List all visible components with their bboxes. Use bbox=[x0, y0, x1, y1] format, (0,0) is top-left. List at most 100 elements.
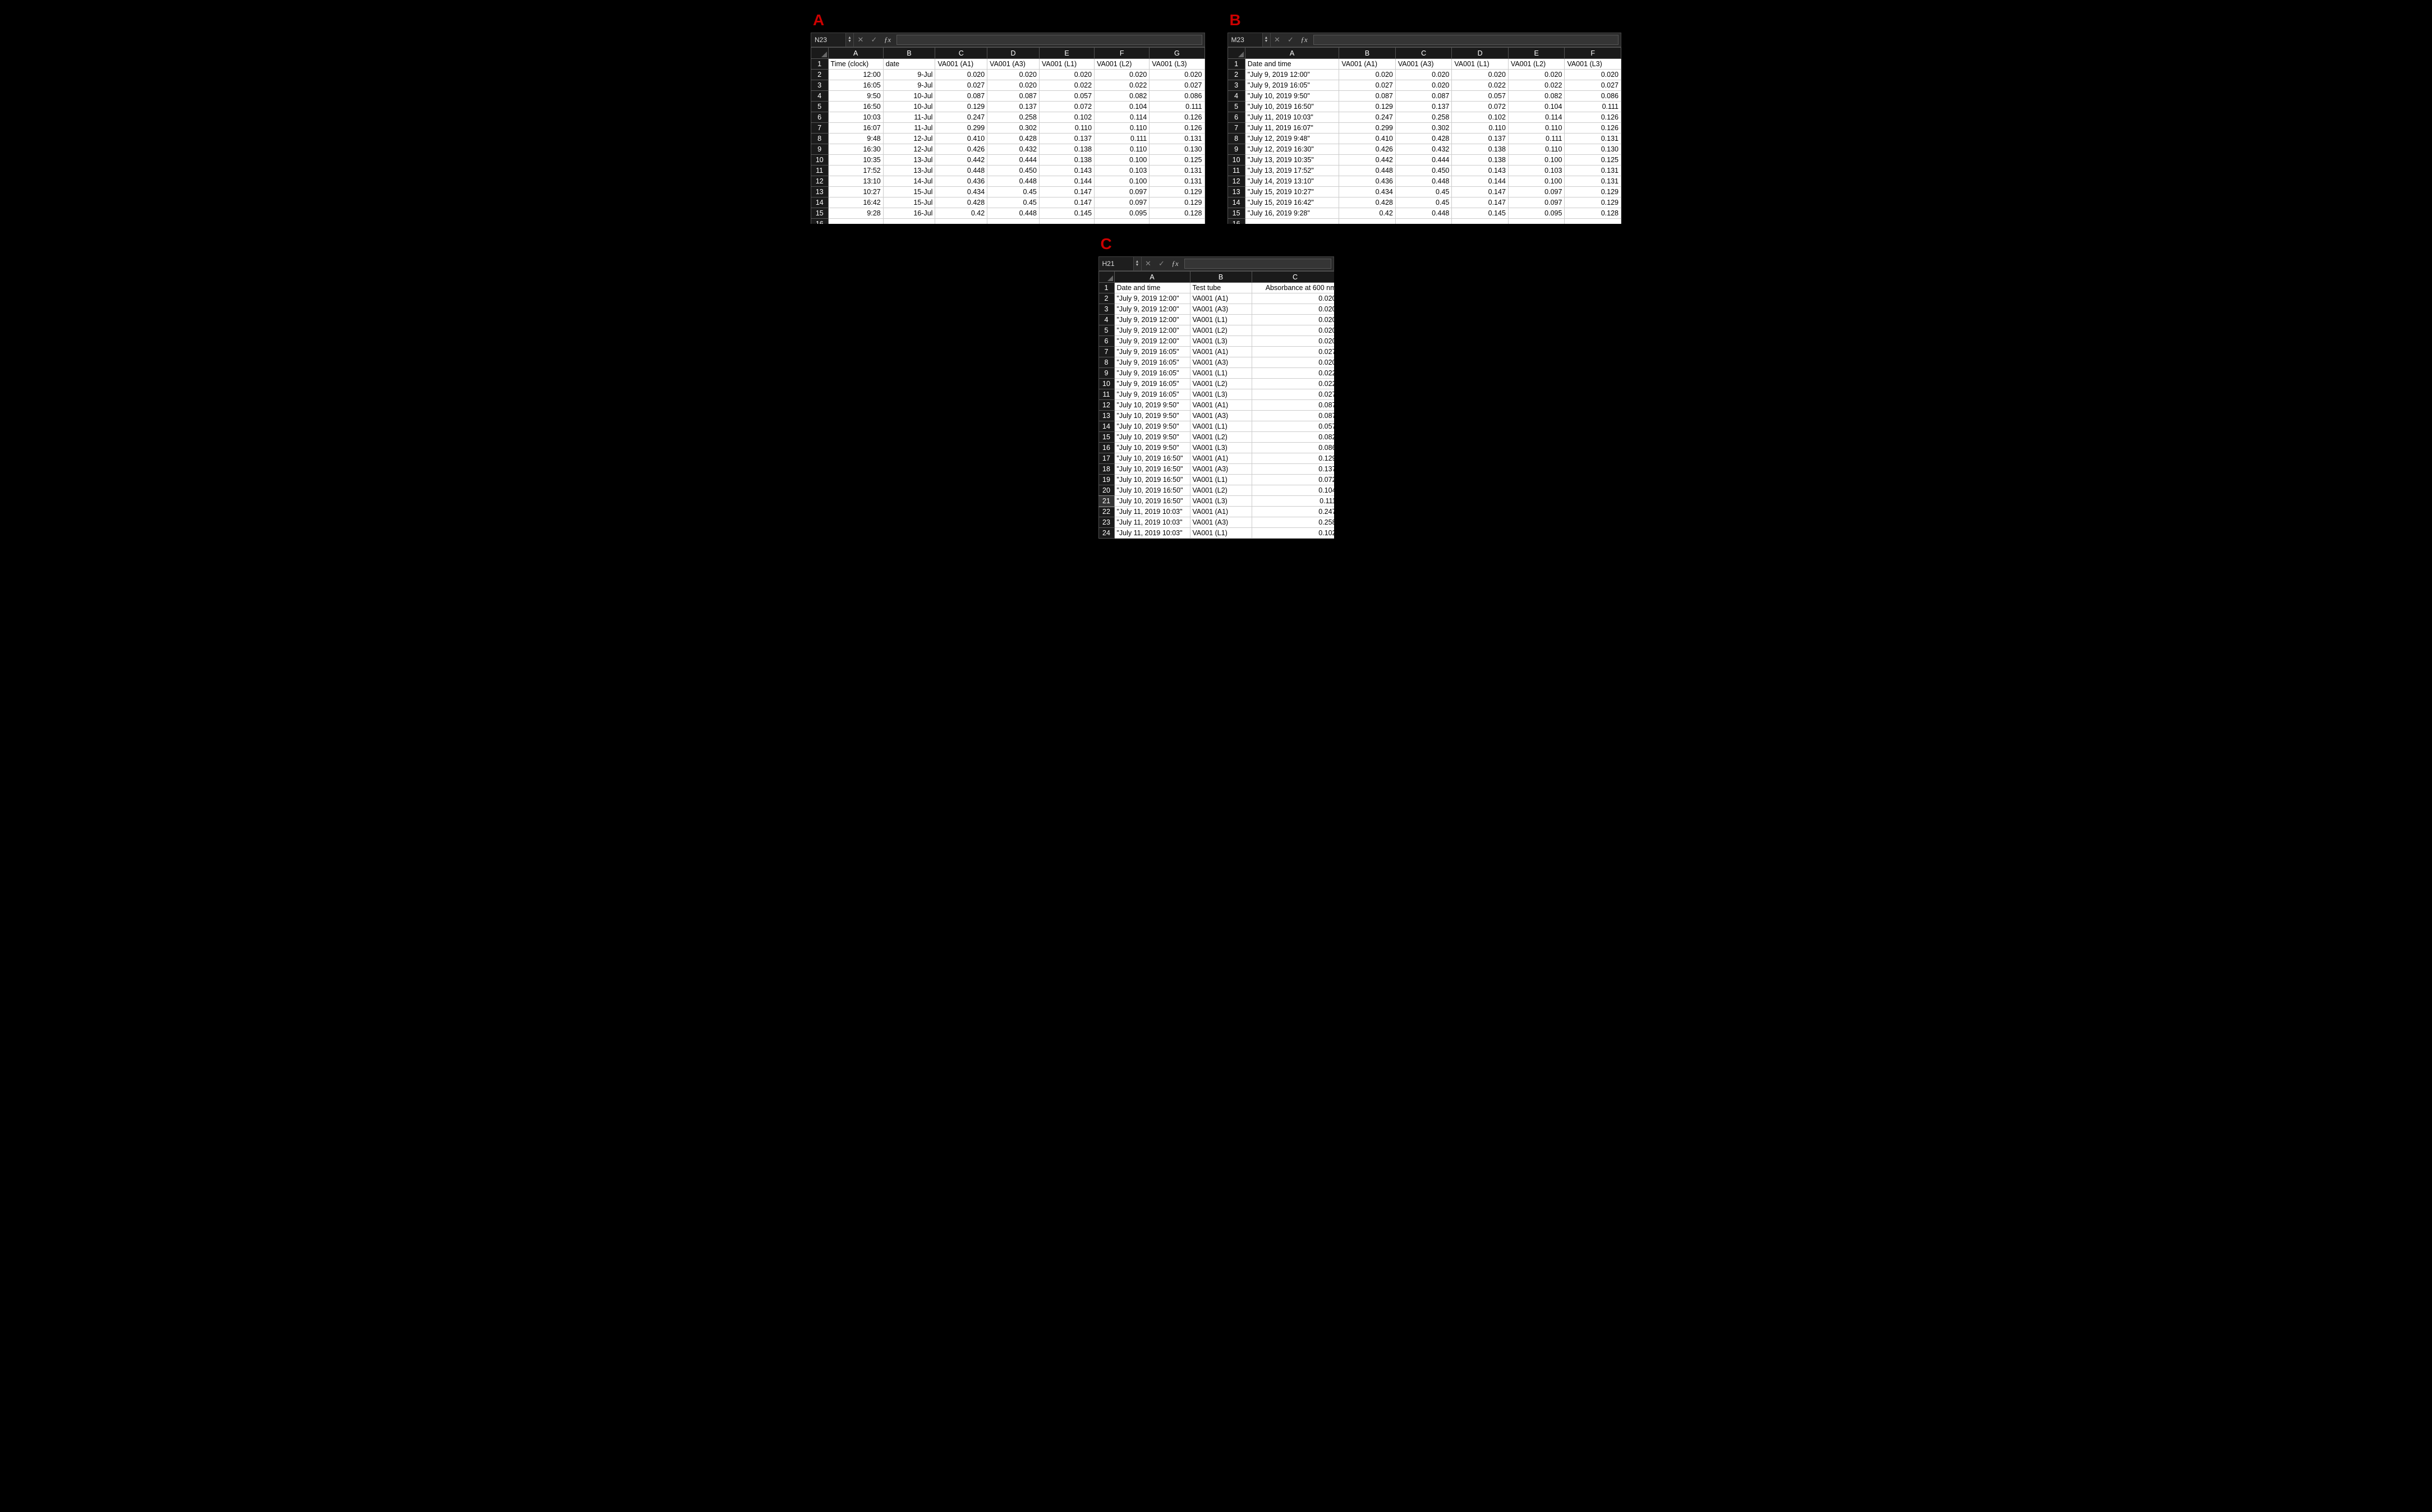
cell[interactable]: 16:05 bbox=[828, 80, 883, 91]
cell[interactable]: "July 10, 2019 9:50" bbox=[1245, 91, 1339, 102]
cell[interactable]: Absorbance at 600 nm bbox=[1252, 283, 1334, 293]
cell[interactable]: 0.130 bbox=[1150, 144, 1204, 155]
cell[interactable]: 0.111 bbox=[1095, 134, 1150, 144]
cell[interactable]: 0.247 bbox=[1252, 507, 1334, 517]
cell[interactable]: 0.410 bbox=[935, 134, 987, 144]
column-header[interactable]: C bbox=[1252, 272, 1334, 283]
cell[interactable]: 16:42 bbox=[828, 197, 883, 208]
cell[interactable]: 0.131 bbox=[1150, 176, 1204, 187]
cell[interactable]: 0.100 bbox=[1095, 176, 1150, 187]
column-header[interactable]: A bbox=[828, 48, 883, 59]
cell[interactable]: 0.020 bbox=[1508, 70, 1565, 80]
cell[interactable]: "July 10, 2019 9:50" bbox=[1114, 400, 1190, 411]
cell[interactable]: "July 10, 2019 16:50" bbox=[1114, 453, 1190, 464]
cell[interactable]: 0.020 bbox=[1339, 70, 1396, 80]
cell[interactable]: 0.027 bbox=[1252, 389, 1334, 400]
cell[interactable]: 0.131 bbox=[1150, 134, 1204, 144]
cell[interactable]: 0.103 bbox=[1508, 166, 1565, 176]
cell[interactable]: 0.022 bbox=[1039, 80, 1094, 91]
fx-icon[interactable]: ƒx bbox=[1298, 35, 1311, 44]
cell[interactable]: 9-Jul bbox=[883, 70, 935, 80]
cell[interactable]: 0.450 bbox=[987, 166, 1040, 176]
row-header[interactable]: 2 bbox=[1228, 70, 1245, 80]
cell[interactable]: VA001 (L3) bbox=[1190, 443, 1252, 453]
cell[interactable]: 0.302 bbox=[987, 123, 1040, 134]
cell[interactable]: 0.410 bbox=[1339, 134, 1396, 144]
cell[interactable]: 0.126 bbox=[1150, 123, 1204, 134]
cell[interactable]: "July 12, 2019 16:30" bbox=[1245, 144, 1339, 155]
row-header[interactable]: 3 bbox=[811, 80, 829, 91]
cell[interactable]: "July 12, 2019 9:48" bbox=[1245, 134, 1339, 144]
cell[interactable]: 0.428 bbox=[935, 197, 987, 208]
cell[interactable]: 10:27 bbox=[828, 187, 883, 197]
cell[interactable]: VA001 (L3) bbox=[1190, 496, 1252, 507]
cell[interactable]: "July 9, 2019 16:05" bbox=[1114, 389, 1190, 400]
cell[interactable]: 0.082 bbox=[1508, 91, 1565, 102]
cell[interactable]: 0.448 bbox=[987, 176, 1040, 187]
row-header[interactable]: 22 bbox=[1098, 507, 1114, 517]
cell[interactable]: VA001 (L1) bbox=[1190, 421, 1252, 432]
cell[interactable]: 0.147 bbox=[1452, 187, 1509, 197]
cell[interactable]: 0.111 bbox=[1150, 102, 1204, 112]
row-header[interactable]: 5 bbox=[811, 102, 829, 112]
cell[interactable]: 0.129 bbox=[1339, 102, 1396, 112]
cell[interactable]: 0.299 bbox=[1339, 123, 1396, 134]
row-header[interactable]: 2 bbox=[1098, 293, 1114, 304]
cell[interactable]: 0.082 bbox=[1095, 91, 1150, 102]
cell[interactable]: 0.302 bbox=[1395, 123, 1452, 134]
cell[interactable]: 0.129 bbox=[1252, 453, 1334, 464]
cell[interactable]: 10:35 bbox=[828, 155, 883, 166]
cell[interactable]: 0.147 bbox=[1452, 197, 1509, 208]
cell[interactable]: 0.086 bbox=[1565, 91, 1621, 102]
column-header[interactable]: C bbox=[935, 48, 987, 59]
column-header[interactable]: B bbox=[1339, 48, 1396, 59]
cell[interactable]: "July 15, 2019 10:27" bbox=[1245, 187, 1339, 197]
cell[interactable]: VA001 (A1) bbox=[1339, 59, 1396, 70]
cell[interactable]: 0.428 bbox=[1339, 197, 1396, 208]
cell[interactable]: 0.111 bbox=[1508, 134, 1565, 144]
cell[interactable]: "July 10, 2019 9:50" bbox=[1114, 432, 1190, 443]
cell[interactable]: 0.086 bbox=[1252, 443, 1334, 453]
cell[interactable]: 0.299 bbox=[935, 123, 987, 134]
row-header[interactable]: 13 bbox=[811, 187, 829, 197]
cell[interactable]: "July 9, 2019 12:00" bbox=[1114, 336, 1190, 347]
cell[interactable]: 0.086 bbox=[1150, 91, 1204, 102]
row-header[interactable]: 18 bbox=[1098, 464, 1114, 475]
cell[interactable]: 0.020 bbox=[1452, 70, 1509, 80]
select-all-corner[interactable] bbox=[1098, 272, 1114, 283]
row-header[interactable]: 20 bbox=[1098, 485, 1114, 496]
cell[interactable]: 0.102 bbox=[1452, 112, 1509, 123]
cell[interactable]: 0.020 bbox=[1565, 70, 1621, 80]
cell[interactable]: 0.137 bbox=[1395, 102, 1452, 112]
cell[interactable]: "July 9, 2019 12:00" bbox=[1245, 70, 1339, 80]
cell[interactable]: 10-Jul bbox=[883, 102, 935, 112]
row-header[interactable]: 15 bbox=[811, 208, 829, 219]
cell[interactable]: "July 10, 2019 16:50" bbox=[1114, 464, 1190, 475]
row-header[interactable]: 2 bbox=[811, 70, 829, 80]
row-header[interactable]: 8 bbox=[1098, 357, 1114, 368]
row-header[interactable]: 23 bbox=[1098, 517, 1114, 528]
cell[interactable]: "July 15, 2019 16:42" bbox=[1245, 197, 1339, 208]
cell[interactable]: 14-Jul bbox=[883, 176, 935, 187]
cell[interactable]: 0.147 bbox=[1039, 197, 1094, 208]
row-header[interactable]: 1 bbox=[811, 59, 829, 70]
row-header[interactable]: 15 bbox=[1228, 208, 1245, 219]
cell[interactable]: 0.072 bbox=[1039, 102, 1094, 112]
cell[interactable]: 0.057 bbox=[1252, 421, 1334, 432]
row-header[interactable]: 4 bbox=[811, 91, 829, 102]
cell[interactable]: 0.020 bbox=[1252, 357, 1334, 368]
cell[interactable]: 0.020 bbox=[935, 70, 987, 80]
cancel-icon[interactable]: ✕ bbox=[1142, 259, 1155, 268]
row-header[interactable]: 6 bbox=[811, 112, 829, 123]
cell[interactable]: 0.137 bbox=[1039, 134, 1094, 144]
cell[interactable]: 0.097 bbox=[1508, 197, 1565, 208]
cell[interactable]: 0.104 bbox=[1252, 485, 1334, 496]
cell[interactable]: 11-Jul bbox=[883, 112, 935, 123]
name-box-a[interactable]: N23 bbox=[811, 33, 846, 47]
cell[interactable] bbox=[1245, 219, 1339, 224]
cell[interactable]: 0.258 bbox=[987, 112, 1040, 123]
cell[interactable]: 0.129 bbox=[935, 102, 987, 112]
cell[interactable]: 0.020 bbox=[1395, 80, 1452, 91]
cell[interactable]: 12-Jul bbox=[883, 144, 935, 155]
row-header[interactable]: 13 bbox=[1228, 187, 1245, 197]
